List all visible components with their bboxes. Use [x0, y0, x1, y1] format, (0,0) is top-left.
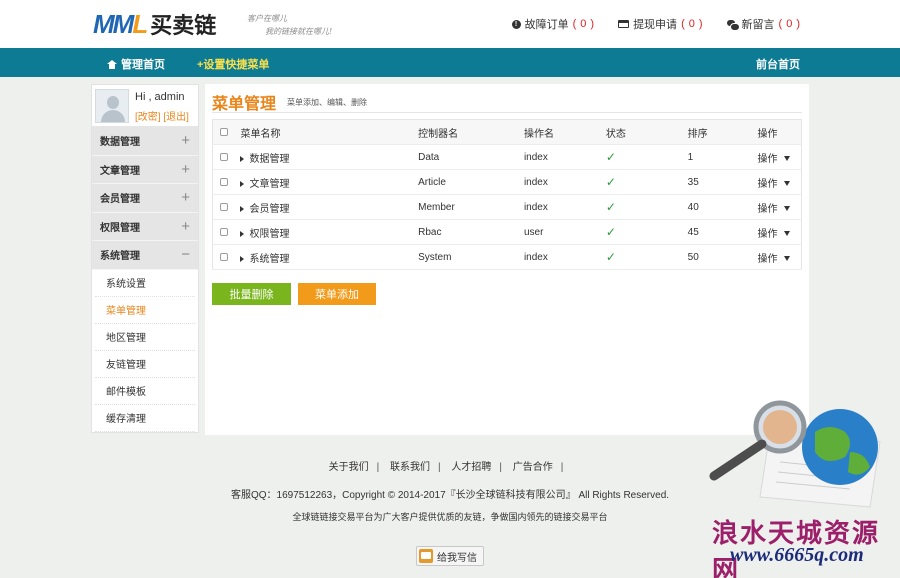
expand-icon: + [181, 189, 190, 207]
row-action-dropdown[interactable]: 操作 [758, 154, 790, 165]
menu-table: 菜单名称 控制器名 操作名 状态 排序 操作 数据管理 Data index ✓… [212, 119, 802, 270]
sidebar-item-menu-management[interactable]: 菜单管理 [95, 297, 195, 324]
status-check-icon: ✓ [605, 250, 616, 264]
user-links: [改密] [退出] [135, 108, 189, 123]
new-messages-link[interactable]: 新留言 (0) [726, 16, 800, 32]
logout-link[interactable]: [退出] [163, 112, 189, 123]
page-subtitle: 菜单添加、编辑、删除 [287, 98, 367, 107]
expand-icon: + [181, 132, 190, 150]
column-header: 状态 [605, 119, 688, 145]
table-row: 会员管理 Member index ✓ 40 操作 [212, 194, 802, 220]
slogan: 客户在哪儿 我的链接就在哪儿! [247, 14, 333, 36]
watermark-url: www.6665q.com [730, 544, 864, 566]
avatar [95, 89, 129, 123]
expand-icon: + [181, 217, 190, 235]
caret-down-icon [783, 181, 790, 187]
nav-admin-home[interactable]: 管理首页 [107, 56, 165, 72]
status-check-icon: ✓ [605, 175, 616, 189]
table-row: 文章管理 Article index ✓ 35 操作 [212, 169, 802, 195]
footer-link-contact[interactable]: 联系我们 [390, 462, 430, 473]
page-title: 菜单管理 [212, 96, 277, 113]
expand-arrow-icon[interactable] [240, 205, 245, 212]
column-header: 控制器名 [418, 119, 524, 145]
column-header: 操作 [757, 119, 802, 145]
row-action-dropdown[interactable]: 操作 [758, 254, 790, 265]
withdraw-requests-link[interactable]: 提现申请 (0) [618, 16, 703, 32]
row-action-dropdown[interactable]: 操作 [758, 204, 790, 215]
card-icon [618, 20, 630, 28]
navbar: 管理首页 +设置快捷菜单 前台首页 [0, 48, 900, 77]
caret-down-icon [783, 256, 790, 262]
info-icon: ! [511, 19, 521, 29]
mail-icon [419, 549, 433, 563]
collapse-icon: − [181, 246, 190, 264]
table-row: 数据管理 Data index ✓ 1 操作 [212, 144, 802, 170]
column-header: 菜单名称 [240, 119, 419, 145]
caret-down-icon [783, 156, 790, 162]
user-box: Hi , admin [改密] [退出] [92, 85, 198, 127]
write-to-us-button[interactable]: 给我写信 [416, 546, 484, 566]
nav-front-home[interactable]: 前台首页 [756, 56, 800, 72]
expand-arrow-icon[interactable] [240, 255, 245, 262]
row-checkbox[interactable] [220, 152, 228, 161]
fault-orders-count: 0 [580, 18, 587, 30]
status-check-icon: ✓ [605, 150, 616, 164]
sidebar-group-data[interactable]: 数据管理 + [92, 127, 198, 156]
divider [212, 112, 802, 113]
status-check-icon: ✓ [605, 200, 616, 214]
sidebar-item-clear-cache[interactable]: 缓存清理 [95, 405, 195, 432]
fault-orders-link[interactable]: ! 故障订单 (0) [511, 16, 594, 32]
logo-text: 买卖链 [150, 14, 217, 39]
change-password-link[interactable]: [改密] [135, 112, 161, 123]
sidebar: Hi , admin [改密] [退出] 数据管理 + 文章管理 + 会员管理 … [91, 84, 199, 433]
table-header-row: 菜单名称 控制器名 操作名 状态 排序 操作 [212, 119, 802, 145]
column-header: 操作名 [523, 119, 606, 145]
logo-mark: MML [93, 8, 148, 39]
sidebar-item-system-settings[interactable]: 系统设置 [95, 270, 195, 297]
column-header: 排序 [687, 119, 758, 145]
row-checkbox[interactable] [220, 177, 228, 186]
sidebar-item-friend-links[interactable]: 友链管理 [95, 351, 195, 378]
expand-arrow-icon[interactable] [240, 180, 245, 187]
sidebar-group-system[interactable]: 系统管理 − [92, 241, 198, 270]
main-panel: 菜单管理 菜单添加、编辑、删除 菜单名称 控制器名 操作名 状态 排序 操作 数… [205, 84, 809, 435]
expand-arrow-icon[interactable] [240, 230, 245, 237]
table-row: 权限管理 Rbac user ✓ 45 操作 [212, 219, 802, 245]
select-all-checkbox[interactable] [220, 127, 228, 136]
footer-link-ads[interactable]: 广告合作 [513, 462, 553, 473]
row-checkbox[interactable] [220, 227, 228, 236]
greeting: Hi , admin [135, 91, 185, 103]
footer-link-about[interactable]: 关于我们 [329, 462, 369, 473]
sidebar-group-permissions[interactable]: 权限管理 + [92, 212, 198, 241]
row-action-dropdown[interactable]: 操作 [758, 179, 790, 190]
chat-icon [726, 19, 740, 31]
new-messages-count: 0 [786, 18, 793, 30]
sidebar-group-articles[interactable]: 文章管理 + [92, 155, 198, 184]
withdraw-requests-count: 0 [688, 18, 695, 30]
expand-icon: + [181, 160, 190, 178]
sidebar-item-mail-templates[interactable]: 邮件模板 [95, 378, 195, 405]
sidebar-group-members[interactable]: 会员管理 + [92, 184, 198, 213]
row-checkbox[interactable] [220, 202, 228, 211]
caret-down-icon [783, 206, 790, 212]
row-action-dropdown[interactable]: 操作 [758, 229, 790, 240]
caret-down-icon [783, 231, 790, 237]
top-links: ! 故障订单 (0) 提现申请 (0) 新留言 (0) [511, 16, 800, 32]
expand-arrow-icon[interactable] [240, 155, 245, 162]
add-menu-button[interactable]: 菜单添加 [298, 283, 376, 305]
globe-magnifier-image [709, 400, 881, 508]
header: MML 买卖链 客户在哪儿 我的链接就在哪儿! ! 故障订单 (0) 提现申请 … [0, 0, 900, 48]
status-check-icon: ✓ [605, 225, 616, 239]
sidebar-item-region-management[interactable]: 地区管理 [95, 324, 195, 351]
nav-quick-menu[interactable]: +设置快捷菜单 [197, 56, 269, 72]
table-row: 系统管理 System index ✓ 50 操作 [212, 244, 802, 270]
logo[interactable]: MML 买卖链 [93, 8, 217, 40]
home-icon [107, 59, 117, 69]
batch-delete-button[interactable]: 批量删除 [212, 283, 291, 305]
row-checkbox[interactable] [220, 252, 228, 261]
footer-link-jobs[interactable]: 人才招聘 [451, 462, 491, 473]
